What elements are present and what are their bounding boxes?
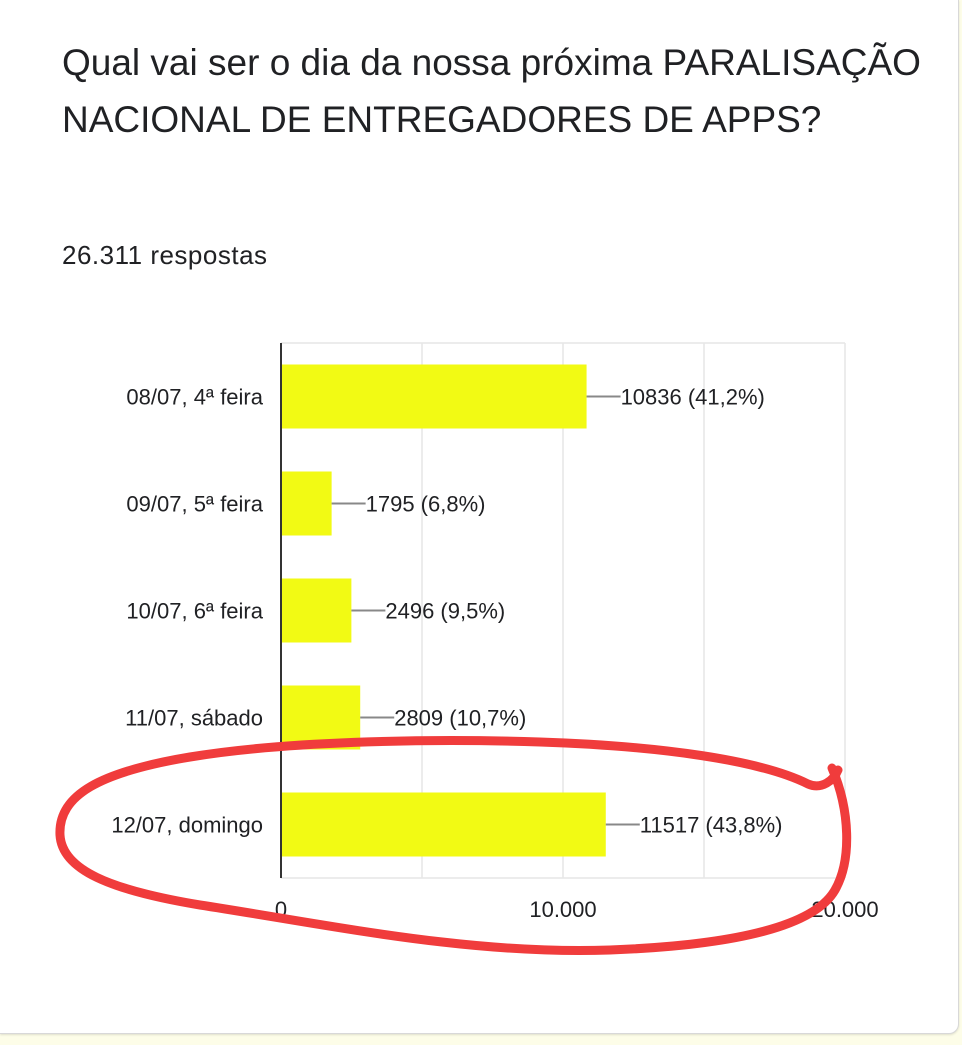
category-label: 11/07, sábado	[125, 706, 263, 731]
data-label: 2496 (9,5%)	[385, 599, 505, 624]
data-label: 10836 (41,2%)	[621, 385, 765, 410]
x-tick-label: 10.000	[529, 897, 596, 922]
data-label: 2809 (10,7%)	[394, 706, 526, 731]
category-label: 12/07, domingo	[111, 813, 263, 838]
bar	[281, 578, 352, 643]
bar	[281, 471, 332, 536]
bar	[281, 364, 587, 429]
category-label: 10/07, 6ª feira	[126, 599, 263, 624]
category-label: 09/07, 5ª feira	[126, 492, 263, 517]
category-label: 08/07, 4ª feira	[126, 385, 263, 410]
data-label: 1795 (6,8%)	[366, 492, 486, 517]
bar-chart: 08/07, 4ª feira 10836 (41,2%) 09/07, 5ª fe…	[55, 342, 879, 956]
data-label: 11517 (43,8%)	[640, 813, 783, 838]
bar	[281, 792, 606, 857]
